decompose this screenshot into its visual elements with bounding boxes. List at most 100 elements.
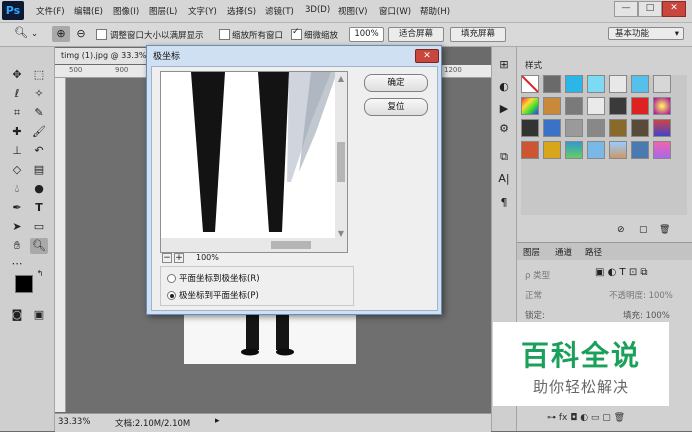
marquee-tool-icon[interactable]: ⬚ — [30, 67, 48, 83]
filter-preview[interactable]: ▲ ▼ — [160, 71, 348, 253]
opacity-field[interactable]: 不透明度: 100% — [609, 289, 673, 301]
type-tool-icon[interactable]: T — [30, 200, 48, 216]
hand-tool-icon[interactable]: ✋︎ — [8, 238, 26, 254]
zoom-all-checkbox[interactable] — [219, 29, 230, 40]
document-tab[interactable]: timg (1).jpg @ 33.3% — [55, 48, 156, 64]
properties-panel-icon[interactable]: ⚙ — [495, 121, 513, 137]
menu-file[interactable]: 文件(F) — [36, 5, 65, 17]
style-swatch[interactable] — [587, 141, 605, 159]
character-panel-icon[interactable]: A| — [495, 171, 513, 187]
resize-windows-checkbox[interactable] — [96, 29, 107, 40]
layer-kind-filter[interactable]: ρ 类型 — [525, 269, 550, 281]
scrubby-zoom-checkbox[interactable] — [291, 27, 302, 40]
style-swatch[interactable] — [565, 97, 583, 115]
history-panel-icon[interactable]: ⊞ — [495, 57, 513, 73]
zoom-value-field[interactable]: 100% — [349, 27, 384, 42]
style-swatch[interactable] — [565, 141, 583, 159]
style-swatch[interactable] — [609, 97, 627, 115]
rect-to-polar-label[interactable]: 平面坐标到极坐标(R) — [179, 272, 260, 284]
ok-button[interactable]: 确定 — [364, 74, 428, 92]
rect-to-polar-radio[interactable] — [167, 274, 176, 283]
menu-image[interactable]: 图像(I) — [113, 5, 139, 17]
close-button[interactable]: ✕ — [662, 1, 686, 17]
eraser-icon[interactable]: ◇ — [8, 162, 26, 178]
layer-actions-icons[interactable]: ⊶ fx ◘ ◐ ▭ ▢ 🗑︎ — [547, 413, 625, 423]
style-swatch[interactable] — [609, 141, 627, 159]
style-swatch[interactable] — [609, 119, 627, 137]
style-swatch[interactable] — [543, 141, 561, 159]
polar-to-rect-radio[interactable] — [167, 291, 176, 300]
polar-to-rect-label[interactable]: 极坐标到平面坐标(P) — [179, 289, 259, 301]
rectangle-tool-icon[interactable]: ▭ — [30, 219, 48, 235]
history-brush-icon[interactable]: ↶ — [30, 143, 48, 159]
style-none-swatch[interactable] — [521, 75, 539, 93]
style-swatch[interactable] — [653, 97, 671, 115]
style-swatch[interactable] — [631, 119, 649, 137]
new-style-icon[interactable]: ▢ — [639, 225, 648, 235]
style-swatch[interactable] — [587, 97, 605, 115]
style-swatch[interactable] — [631, 141, 649, 159]
quick-mask-icon[interactable]: ◙ — [8, 307, 26, 323]
zoom-tool-icon[interactable]: 🔍︎ — [14, 26, 28, 39]
fill-screen-button[interactable]: 填充屏幕 — [450, 27, 506, 42]
zoom-out-icon[interactable]: − — [162, 253, 172, 263]
style-swatch[interactable] — [565, 75, 583, 93]
style-swatch[interactable] — [521, 119, 539, 137]
foreground-color-swatch[interactable] — [15, 275, 33, 293]
color-panel-icon[interactable]: ◐ — [495, 79, 513, 95]
status-arrow-icon[interactable]: ▸ — [215, 416, 220, 426]
style-swatch[interactable] — [543, 75, 561, 93]
style-swatch[interactable] — [587, 119, 605, 137]
tab-channels[interactable]: 通道 — [555, 246, 572, 258]
style-swatch[interactable] — [521, 141, 539, 159]
blend-mode-select[interactable]: 正常 — [525, 289, 542, 301]
maximize-button[interactable]: □ — [638, 1, 662, 17]
style-swatch[interactable] — [653, 75, 671, 93]
style-swatch[interactable] — [609, 75, 627, 93]
clone-stamp-icon[interactable]: ⊥ — [8, 143, 26, 159]
minimize-button[interactable]: — — [614, 1, 638, 17]
tab-layers[interactable]: 图层 — [523, 246, 540, 258]
pen-tool-icon[interactable]: ✒ — [8, 200, 26, 216]
dialog-close-button[interactable]: ✕ — [415, 49, 439, 63]
menu-view[interactable]: 视图(V) — [338, 5, 367, 17]
menu-layer[interactable]: 图层(L) — [149, 5, 177, 17]
menu-3d[interactable]: 3D(D) — [305, 5, 330, 15]
eyedropper-icon[interactable]: ✎ — [30, 105, 48, 121]
style-swatch[interactable] — [653, 119, 671, 137]
more-tools-icon[interactable]: ⋯ — [8, 256, 26, 272]
style-swatch[interactable] — [543, 97, 561, 115]
menu-type[interactable]: 文字(Y) — [188, 5, 217, 17]
style-swatch[interactable] — [565, 119, 583, 137]
zoom-in-icon[interactable]: ⊕ — [52, 26, 70, 42]
dodge-tool-icon[interactable]: ● — [30, 181, 48, 197]
screen-mode-icon[interactable]: ▣ — [30, 307, 48, 323]
reset-button[interactable]: 复位 — [364, 98, 428, 116]
workspace-select[interactable]: 基本功能 ▾ — [608, 27, 684, 40]
fit-screen-button[interactable]: 适合屏幕 — [388, 27, 444, 42]
style-swatch[interactable] — [631, 75, 649, 93]
style-swatch[interactable] — [587, 75, 605, 93]
layer-comps-icon[interactable]: ⧉ — [495, 149, 513, 165]
gradient-tool-icon[interactable]: ▤ — [30, 162, 48, 178]
zoom-out-icon[interactable]: ⊖ — [72, 26, 90, 42]
document-image[interactable] — [184, 312, 356, 364]
swap-colors-icon[interactable]: ↰ — [34, 269, 46, 279]
style-swatch[interactable] — [543, 119, 561, 137]
healing-brush-icon[interactable]: ✚ — [8, 124, 26, 140]
chevron-down-icon[interactable]: ⌄ — [31, 29, 38, 39]
menu-filter[interactable]: 滤镜(T) — [265, 5, 294, 17]
clear-style-icon[interactable]: ⊘ — [617, 225, 625, 235]
tab-paths[interactable]: 路径 — [585, 246, 602, 258]
style-swatch[interactable] — [653, 141, 671, 159]
brush-tool-icon[interactable]: 🖌︎ — [30, 124, 48, 140]
tab-styles[interactable]: 样式 — [525, 59, 542, 71]
blur-tool-icon[interactable]: 💧︎ — [8, 181, 26, 197]
zoom-in-icon[interactable]: + — [174, 253, 184, 263]
paragraph-panel-icon[interactable]: ¶ — [495, 195, 513, 211]
menu-help[interactable]: 帮助(H) — [420, 5, 450, 17]
magic-wand-icon[interactable]: ✧ — [30, 86, 48, 102]
path-select-icon[interactable]: ➤ — [8, 219, 26, 235]
zoom-level[interactable]: 33.33% — [58, 417, 90, 427]
menu-edit[interactable]: 编辑(E) — [74, 5, 103, 17]
